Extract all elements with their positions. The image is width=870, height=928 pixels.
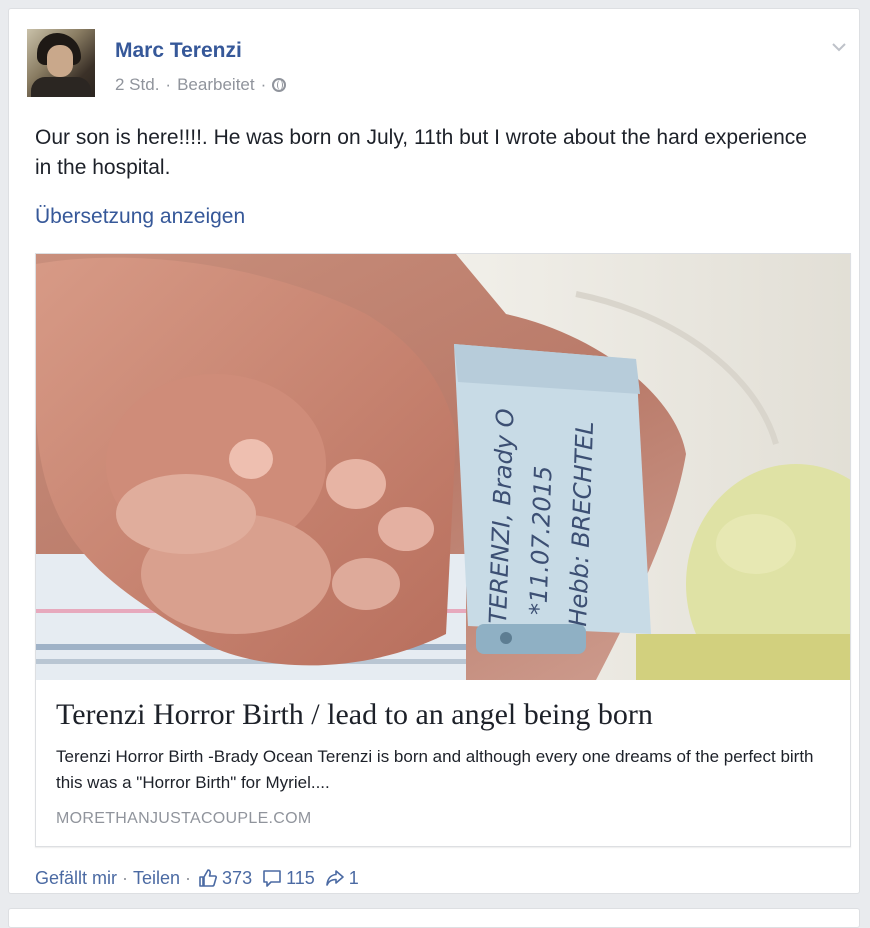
likes-count[interactable]: 373 (222, 868, 252, 889)
edited-label[interactable]: Bearbeitet (177, 75, 255, 95)
link-description: Terenzi Horror Birth -Brady Ocean Terenz… (56, 747, 814, 792)
band-text-line2: *11.07.2015 (524, 465, 557, 615)
chevron-down-icon[interactable] (831, 39, 847, 55)
comments-count[interactable]: 115 (286, 868, 315, 889)
globe-icon[interactable] (272, 78, 287, 92)
meta-separator: · (165, 75, 172, 94)
link-attachment[interactable]: TERENZI, Brady O *11.07.2015 Hebb: BRECH… (35, 253, 851, 847)
meta-separator: · (260, 75, 267, 94)
next-post-card (8, 908, 860, 928)
share-icon[interactable] (325, 868, 345, 888)
share-link[interactable]: Teilen (133, 868, 180, 889)
comment-icon[interactable] (262, 868, 282, 888)
footer-separator: · (185, 867, 192, 888)
post-time[interactable]: 2 Std. (115, 75, 159, 95)
translate-link[interactable]: Übersetzung anzeigen (35, 205, 245, 229)
post-meta: 2 Std. · Bearbeitet · (115, 75, 287, 95)
post-actions: Gefällt mir · Teilen · 373 115 1 (35, 865, 359, 891)
thumbs-up-icon[interactable] (198, 868, 218, 888)
footer-separator: · (122, 867, 129, 888)
shares-count[interactable]: 1 (349, 868, 359, 889)
link-photo[interactable]: TERENZI, Brady O *11.07.2015 Hebb: BRECH… (36, 254, 850, 680)
link-domain: MORETHANJUSTACOUPLE.COM (56, 810, 312, 827)
link-title[interactable]: Terenzi Horror Birth / lead to an angel … (56, 698, 826, 732)
post-card: Marc Terenzi 2 Std. · Bearbeitet · Our s… (8, 8, 860, 894)
author-name[interactable]: Marc Terenzi (115, 39, 242, 63)
avatar[interactable] (27, 29, 95, 97)
like-link[interactable]: Gefällt mir (35, 868, 117, 889)
post-text: Our son is here!!!!. He was born on July… (35, 126, 807, 179)
